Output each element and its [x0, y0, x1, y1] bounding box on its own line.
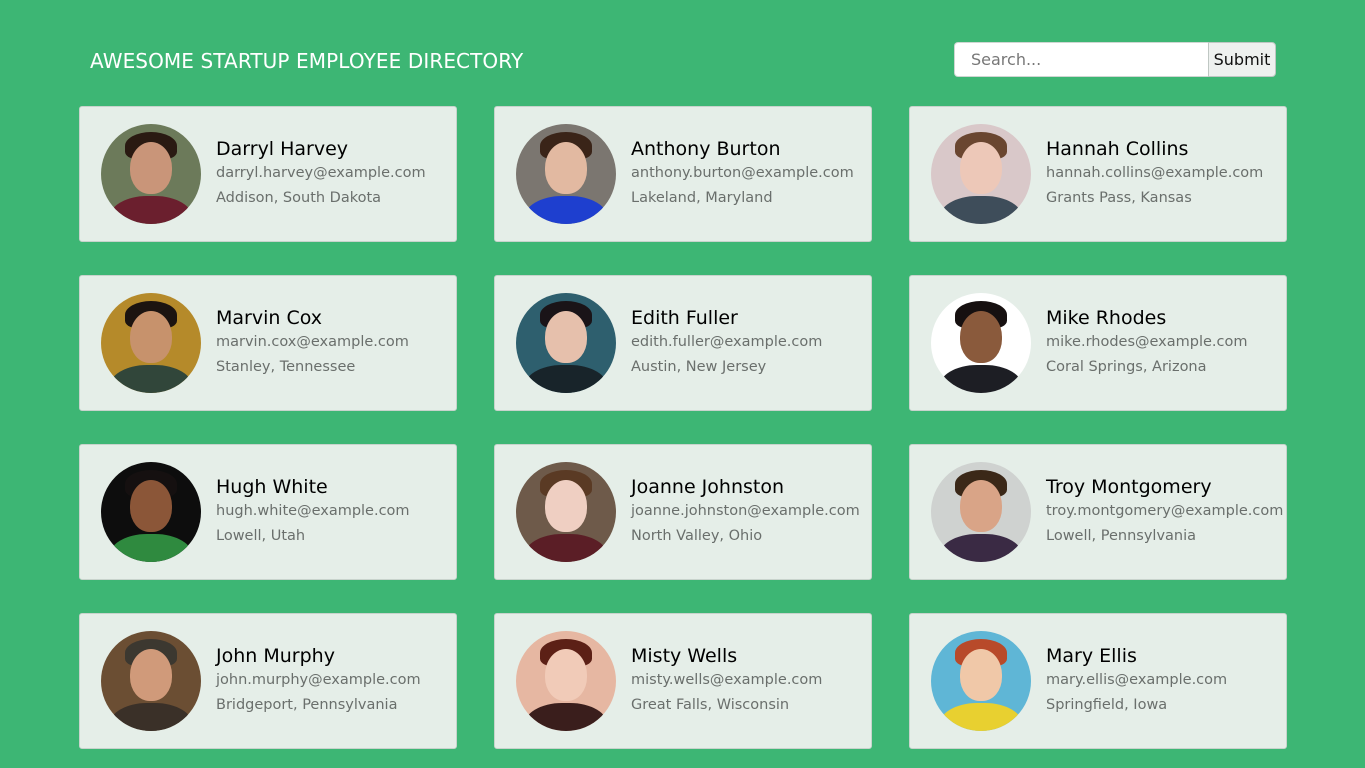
employee-avatar [101, 124, 201, 224]
employee-avatar [101, 462, 201, 562]
employee-card[interactable]: Hugh White hugh.white@example.com Lowell… [79, 444, 457, 580]
employee-email: anthony.burton@example.com [631, 165, 854, 181]
employee-location: Austin, New Jersey [631, 359, 767, 375]
employee-name: Joanne Johnston [631, 476, 785, 498]
employee-info: Darryl Harvey darryl.harvey@example.com … [216, 137, 426, 211]
employee-email: hugh.white@example.com [216, 503, 410, 519]
employee-email: troy.montgomery@example.com [1046, 503, 1284, 519]
employee-info: Troy Montgomery troy.montgomery@example.… [1046, 475, 1283, 549]
employee-email: mike.rhodes@example.com [1046, 334, 1248, 350]
employee-info: Marvin Cox marvin.cox@example.com Stanle… [216, 306, 409, 380]
employee-name: John Murphy [216, 645, 335, 667]
search-form: Submit [954, 42, 1276, 77]
employee-card[interactable]: Darryl Harvey darryl.harvey@example.com … [79, 106, 457, 242]
search-input[interactable] [954, 42, 1208, 77]
employee-info: Edith Fuller edith.fuller@example.com Au… [631, 306, 822, 380]
employee-card[interactable]: Misty Wells misty.wells@example.com Grea… [494, 613, 872, 749]
employee-card[interactable]: Mary Ellis mary.ellis@example.com Spring… [909, 613, 1287, 749]
employee-location: Great Falls, Wisconsin [631, 697, 790, 713]
employee-avatar [101, 631, 201, 731]
employee-name: Darryl Harvey [216, 138, 349, 160]
employee-name: Hugh White [216, 476, 328, 498]
employee-location: Grants Pass, Kansas [1046, 190, 1192, 206]
employee-avatar [516, 631, 616, 731]
employee-info: Mike Rhodes mike.rhodes@example.com Cora… [1046, 306, 1248, 380]
employee-info: Anthony Burton anthony.burton@example.co… [631, 137, 854, 211]
employee-email: darryl.harvey@example.com [216, 165, 426, 181]
employee-name: Troy Montgomery [1046, 476, 1212, 498]
employee-email: joanne.johnston@example.com [631, 503, 860, 519]
employee-name: Anthony Burton [631, 138, 781, 160]
employee-email: john.murphy@example.com [216, 672, 421, 688]
employee-location: Addison, South Dakota [216, 190, 382, 206]
employee-info: Hannah Collins hannah.collins@example.co… [1046, 137, 1263, 211]
employee-card[interactable]: Mike Rhodes mike.rhodes@example.com Cora… [909, 275, 1287, 411]
employee-card[interactable]: Troy Montgomery troy.montgomery@example.… [909, 444, 1287, 580]
employee-avatar [931, 293, 1031, 393]
employee-location: Lowell, Pennsylvania [1046, 528, 1197, 544]
employee-card[interactable]: Edith Fuller edith.fuller@example.com Au… [494, 275, 872, 411]
employee-card[interactable]: Anthony Burton anthony.burton@example.co… [494, 106, 872, 242]
employee-location: North Valley, Ohio [631, 528, 763, 544]
employee-name: Marvin Cox [216, 307, 323, 329]
employee-card[interactable]: Joanne Johnston joanne.johnston@example.… [494, 444, 872, 580]
employee-location: Lakeland, Maryland [631, 190, 773, 206]
employee-avatar [931, 124, 1031, 224]
employee-name: Misty Wells [631, 645, 738, 667]
page-title: AWESOME STARTUP EMPLOYEE DIRECTORY [90, 49, 524, 73]
employee-email: hannah.collins@example.com [1046, 165, 1264, 181]
employee-name: Hannah Collins [1046, 138, 1189, 160]
submit-button[interactable]: Submit [1208, 42, 1276, 77]
employee-email: misty.wells@example.com [631, 672, 823, 688]
employee-card[interactable]: John Murphy john.murphy@example.com Brid… [79, 613, 457, 749]
employee-location: Lowell, Utah [216, 528, 306, 544]
employee-info: Misty Wells misty.wells@example.com Grea… [631, 644, 822, 718]
employee-avatar [516, 462, 616, 562]
employee-info: Joanne Johnston joanne.johnston@example.… [631, 475, 860, 549]
employee-location: Springfield, Iowa [1046, 697, 1168, 713]
employee-avatar [931, 462, 1031, 562]
employee-info: Mary Ellis mary.ellis@example.com Spring… [1046, 644, 1227, 718]
employee-name: Edith Fuller [631, 307, 738, 329]
employee-card[interactable]: Marvin Cox marvin.cox@example.com Stanle… [79, 275, 457, 411]
employee-avatar [101, 293, 201, 393]
employee-avatar [516, 124, 616, 224]
employee-avatar [516, 293, 616, 393]
employee-email: edith.fuller@example.com [631, 334, 823, 350]
employee-info: Hugh White hugh.white@example.com Lowell… [216, 475, 410, 549]
employee-name: Mike Rhodes [1046, 307, 1167, 329]
employee-avatar [931, 631, 1031, 731]
employee-email: marvin.cox@example.com [216, 334, 409, 350]
employee-card[interactable]: Hannah Collins hannah.collins@example.co… [909, 106, 1287, 242]
employee-info: John Murphy john.murphy@example.com Brid… [216, 644, 421, 718]
employee-name: Mary Ellis [1046, 645, 1137, 667]
employee-gallery: Darryl Harvey darryl.harvey@example.com … [79, 106, 1287, 749]
employee-email: mary.ellis@example.com [1046, 672, 1228, 688]
employee-location: Stanley, Tennessee [216, 359, 356, 375]
employee-location: Coral Springs, Arizona [1046, 359, 1207, 375]
employee-location: Bridgeport, Pennsylvania [216, 697, 398, 713]
